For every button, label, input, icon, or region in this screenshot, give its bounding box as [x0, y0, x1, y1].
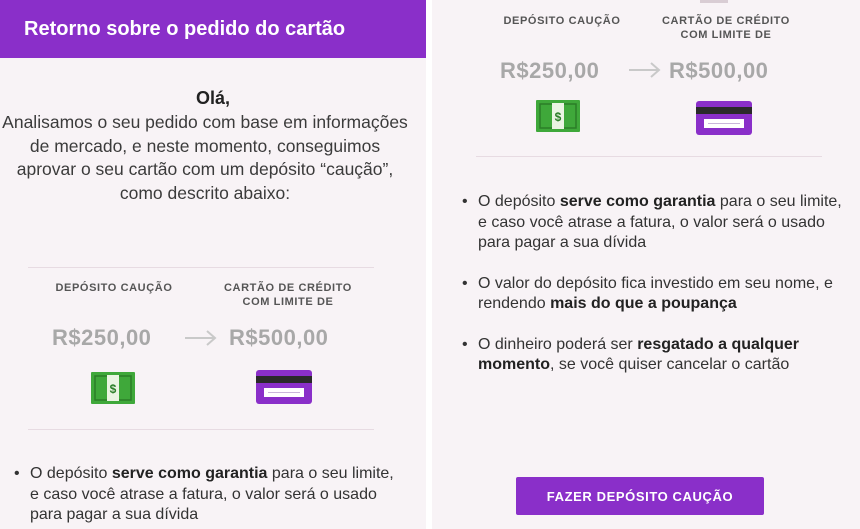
- svg-text:$: $: [110, 382, 117, 396]
- benefits-list: O depósito serve como garantia para o se…: [12, 464, 402, 526]
- deposit-amount: R$250,00: [52, 325, 152, 350]
- intro-text: Analisamos o seu pedido com base em info…: [2, 112, 408, 203]
- arrow-right-icon: [185, 330, 217, 346]
- card-limit-amount: R$500,00: [229, 325, 329, 350]
- deposit-amount: R$250,00: [500, 58, 600, 83]
- page-header: Retorno sobre o pedido do cartão: [0, 0, 426, 58]
- divider: [28, 429, 374, 430]
- benefits-list: O depósito serve como garantia para o se…: [460, 192, 844, 376]
- left-screen: Retorno sobre o pedido do cartão Olá, An…: [0, 0, 426, 529]
- svg-text:$: $: [555, 110, 562, 124]
- money-bill-icon: $: [536, 100, 580, 132]
- deposit-caption: DEPÓSITO CAUÇÃO: [503, 15, 621, 27]
- card-caption: CARTÃO DE CRÉDITO COM LIMITE DE: [662, 15, 790, 41]
- arrow-right-icon: [629, 62, 661, 78]
- scroll-indicator: [700, 0, 728, 3]
- card-limit-amount: R$500,00: [669, 58, 769, 83]
- divider: [28, 267, 374, 268]
- list-item: O valor do depósito fica investido em se…: [460, 274, 844, 315]
- page-title: Retorno sobre o pedido do cartão: [24, 18, 346, 40]
- credit-card-icon: [696, 101, 752, 135]
- money-bill-icon: $: [91, 372, 135, 404]
- greeting: Olá,: [195, 88, 230, 108]
- divider: [476, 156, 822, 157]
- list-item: O dinheiro poderá ser resgatado a qualqu…: [460, 335, 844, 376]
- make-deposit-button[interactable]: FAZER DEPÓSITO CAUÇÃO: [516, 477, 764, 515]
- credit-card-icon: [256, 370, 312, 404]
- list-item: O depósito serve como garantia para o se…: [12, 464, 402, 526]
- list-item: O depósito serve como garantia para o se…: [460, 192, 844, 254]
- card-caption: CARTÃO DE CRÉDITO COM LIMITE DE: [224, 282, 352, 308]
- deposit-caption: DEPÓSITO CAUÇÃO: [55, 282, 173, 294]
